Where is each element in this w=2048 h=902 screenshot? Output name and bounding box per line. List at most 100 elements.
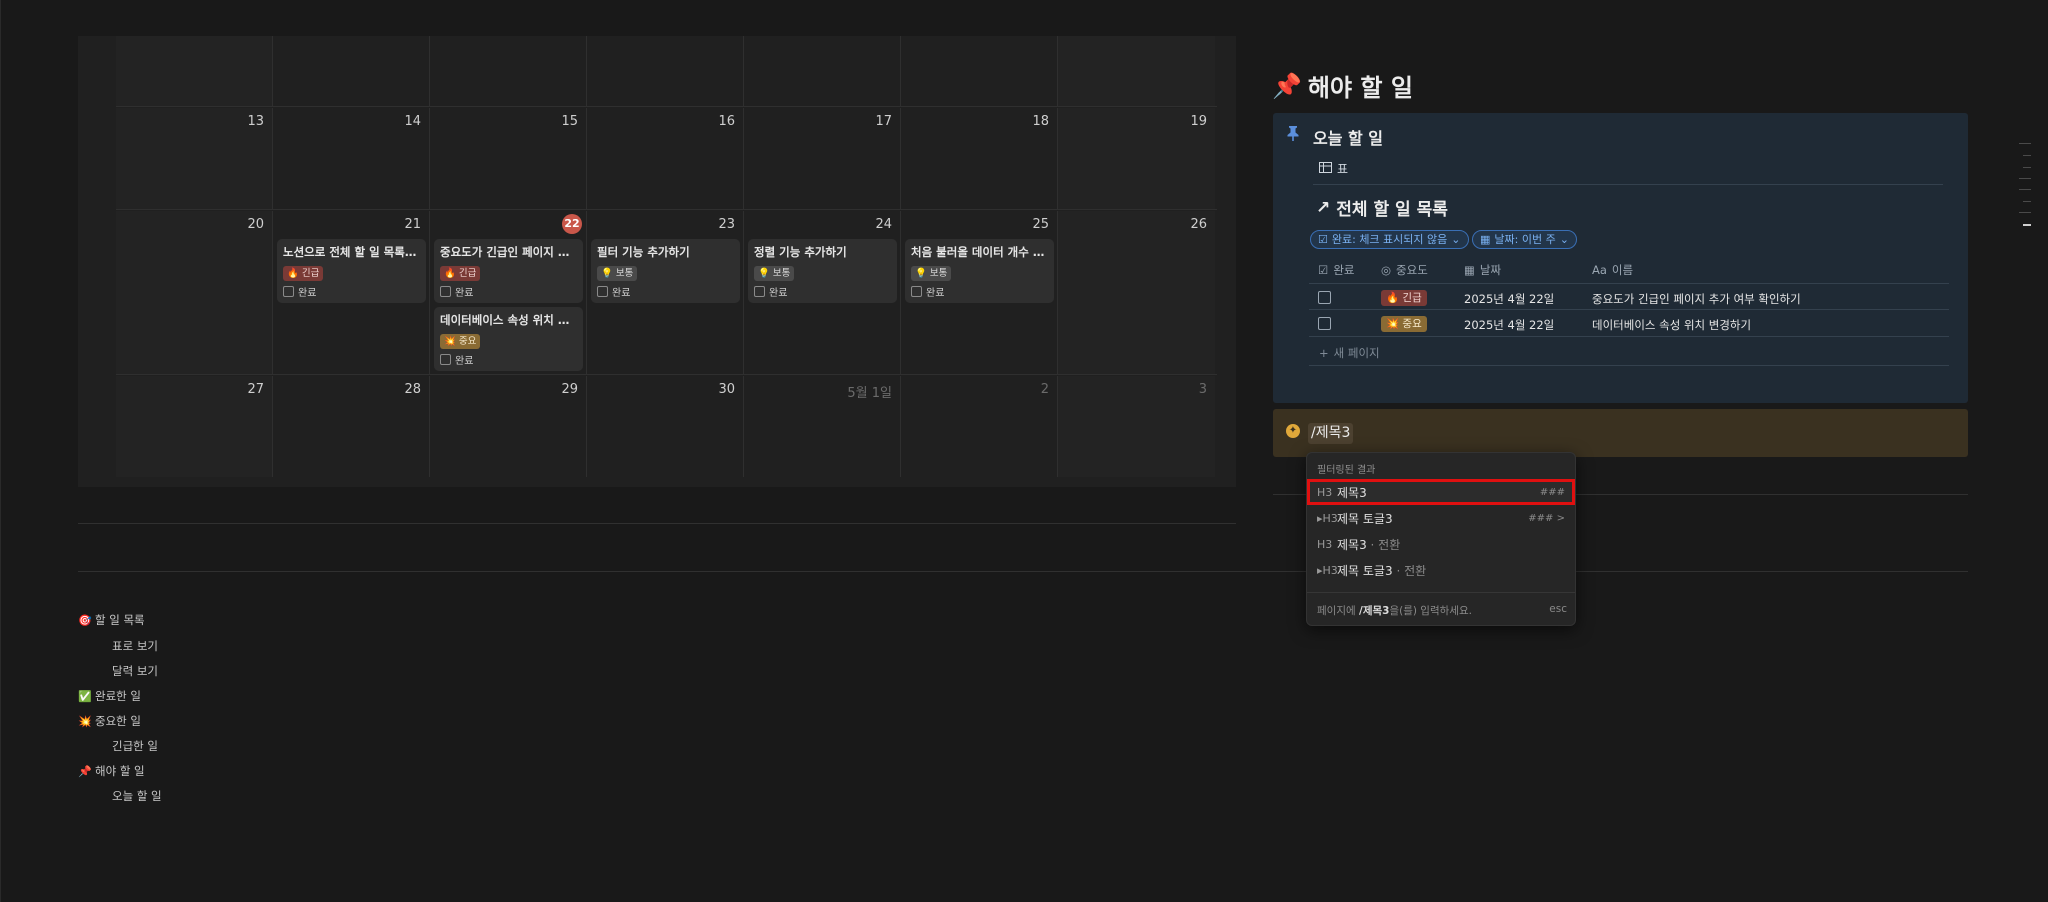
calendar-card[interactable]: 필터 기능 추가하기 💡 보통 완료: [591, 239, 740, 303]
calendar-day[interactable]: 16: [587, 108, 744, 209]
calendar-day[interactable]: [1058, 36, 1215, 106]
plus-icon: +: [1319, 346, 1329, 360]
importance-tag[interactable]: 💥 중요: [1381, 316, 1427, 332]
row-checkbox[interactable]: [1318, 317, 1331, 330]
menu-item-label: 제목 토글3: [1337, 563, 1393, 578]
toggle-heading3-icon: ▸H3: [1317, 563, 1338, 577]
slash-command-input[interactable]: /제목3: [1308, 423, 1354, 444]
calendar-day[interactable]: 26: [1058, 211, 1215, 374]
link-todo-list[interactable]: 🎯 할 일 목록: [78, 612, 145, 628]
card-checkbox[interactable]: 완료: [911, 284, 1048, 299]
card-checkbox[interactable]: 완료: [754, 284, 891, 299]
filter-date[interactable]: ▦ 날짜: 이번 주 ⌄: [1472, 230, 1577, 249]
calendar-day[interactable]: 18: [901, 108, 1058, 209]
card-title: 처음 불러올 데이터 개수 지...: [911, 245, 1048, 259]
new-page-label: 새 페이지: [1333, 346, 1380, 360]
menu-item-toggle-heading3[interactable]: ▸H3 제목 토글3 ### >: [1307, 505, 1575, 531]
importance-tag[interactable]: 🔥 긴급: [1381, 290, 1427, 306]
link-table-view[interactable]: 표로 보기: [95, 638, 158, 654]
calendar-day[interactable]: [744, 36, 901, 106]
card-title: 노션으로 전체 할 일 목록 만...: [283, 245, 420, 259]
column-header-name[interactable]: Aa 이름: [1592, 262, 1633, 278]
link-arrow-icon: ↗: [1316, 197, 1331, 218]
row-date[interactable]: 2025년 4월 22일: [1464, 291, 1554, 307]
calendar-card[interactable]: 데이터베이스 속성 위치 변... 💥 중요 완료: [434, 307, 583, 371]
check-icon: ✅: [78, 689, 92, 703]
column-header-importance[interactable]: ◎ 중요도: [1381, 262, 1428, 278]
calendar-day[interactable]: 14: [273, 108, 430, 209]
menu-item-heading3[interactable]: H3 제목3 ###: [1307, 479, 1575, 505]
calendar-day[interactable]: 17: [744, 108, 901, 209]
calendar-card[interactable]: 중요도가 긴급인 페이지 추... 🔥 긴급 완료: [434, 239, 583, 303]
calendar-day[interactable]: [587, 36, 744, 106]
card-checkbox[interactable]: 완료: [597, 284, 734, 299]
row-divider: [1309, 336, 1949, 337]
calendar-day[interactable]: 20: [116, 211, 273, 374]
calendar-day[interactable]: [116, 36, 273, 106]
calendar-week: [116, 36, 1217, 107]
calendar-day[interactable]: 25 처음 불러올 데이터 개수 지... 💡 보통 완료: [901, 211, 1058, 374]
minimap-line: [2019, 212, 2031, 213]
day-number: 27: [247, 382, 264, 397]
menu-item-label: 제목 토글3: [1337, 511, 1393, 526]
link-calendar-view[interactable]: 달력 보기: [95, 663, 158, 679]
card-title: 필터 기능 추가하기: [597, 245, 690, 259]
divider: [78, 571, 1968, 572]
calendar-day[interactable]: 29: [430, 376, 587, 477]
card-checkbox[interactable]: 완료: [283, 284, 420, 299]
calendar-day[interactable]: 3: [1058, 376, 1215, 477]
day-number: 30: [718, 382, 735, 397]
calendar-day[interactable]: [273, 36, 430, 106]
row-checkbox[interactable]: [1318, 291, 1331, 304]
calendar-day[interactable]: 27: [116, 376, 273, 477]
footer-suffix: 을(를) 입력하세요.: [1389, 605, 1472, 617]
link-urgent[interactable]: 긴급한 일: [95, 738, 158, 754]
calendar-card[interactable]: 정렬 기능 추가하기 💡 보통 완료: [748, 239, 897, 303]
calendar-day[interactable]: [430, 36, 587, 106]
calendar-day[interactable]: 15: [430, 108, 587, 209]
link-to-do[interactable]: 📌 해야 할 일: [78, 763, 145, 779]
checkbox-icon[interactable]: [440, 286, 451, 297]
pushpin-icon: 📌: [78, 764, 92, 778]
calendar-day[interactable]: 28: [273, 376, 430, 477]
link-important[interactable]: 💥 중요한 일: [78, 713, 141, 729]
calendar-day[interactable]: 23 필터 기능 추가하기 💡 보통 완료: [587, 211, 744, 374]
calendar-day[interactable]: 19: [1058, 108, 1215, 209]
checkbox-icon[interactable]: [283, 286, 294, 297]
card-checkbox[interactable]: 완료: [440, 284, 577, 299]
row-name[interactable]: 데이터베이스 속성 위치 변경하기: [1592, 317, 1751, 333]
menu-item-turn-into-toggle-heading3[interactable]: ▸H3 제목 토글3 · 전환: [1307, 557, 1575, 583]
database-title[interactable]: ↗ 전체 할 일 목록: [1316, 195, 1448, 221]
calendar-day-today[interactable]: 22 중요도가 긴급인 페이지 추... 🔥 긴급 완료 데이터베이스 속성 위…: [430, 211, 587, 374]
checkbox-icon[interactable]: [911, 286, 922, 297]
calendar-day[interactable]: [901, 36, 1058, 106]
menu-item-shortcut: ###: [1539, 486, 1565, 498]
calendar-day[interactable]: 30: [587, 376, 744, 477]
esc-hint[interactable]: esc: [1549, 603, 1567, 618]
calendar-day[interactable]: 5월 1일: [744, 376, 901, 477]
checkbox-icon[interactable]: [754, 286, 765, 297]
column-header-done[interactable]: ☑ 완료: [1318, 262, 1354, 278]
link-today[interactable]: 오늘 할 일: [95, 788, 162, 804]
card-checkbox[interactable]: 완료: [440, 352, 577, 367]
menu-item-turn-into-heading3[interactable]: H3 제목3 · 전환: [1307, 531, 1575, 557]
calendar-day[interactable]: 13: [116, 108, 273, 209]
row-date[interactable]: 2025년 4월 22일: [1464, 317, 1554, 333]
calendar-day[interactable]: 21 노션으로 전체 할 일 목록 만... 🔥 긴급 완료: [273, 211, 430, 374]
command-callout[interactable]: ✦ /제목3: [1273, 409, 1968, 457]
link-completed[interactable]: ✅ 완료한 일: [78, 688, 141, 704]
link-label: 할 일 목록: [95, 613, 145, 627]
column-header-date[interactable]: ▦ 날짜: [1464, 262, 1501, 278]
calendar-day[interactable]: 24 정렬 기능 추가하기 💡 보통 완료: [744, 211, 901, 374]
table-view-tab[interactable]: 표: [1319, 160, 1348, 177]
calendar-day[interactable]: 2: [901, 376, 1058, 477]
row-name[interactable]: 중요도가 긴급인 페이지 추가 여부 확인하기: [1592, 291, 1801, 307]
calendar-grid: 13 14 15 16 17 18 19 20 21 노션으로 전체 할 일 목…: [116, 36, 1217, 477]
calendar-card[interactable]: 노션으로 전체 할 일 목록 만... 🔥 긴급 완료: [277, 239, 426, 303]
checkbox-icon[interactable]: [597, 286, 608, 297]
column-label: 이름: [1611, 263, 1634, 277]
calendar-card[interactable]: 처음 불러올 데이터 개수 지... 💡 보통 완료: [905, 239, 1054, 303]
filter-done[interactable]: ☑ 완료: 체크 표시되지 않음 ⌄: [1310, 230, 1469, 249]
new-page-button[interactable]: + 새 페이지: [1319, 345, 1380, 361]
checkbox-icon[interactable]: [440, 354, 451, 365]
